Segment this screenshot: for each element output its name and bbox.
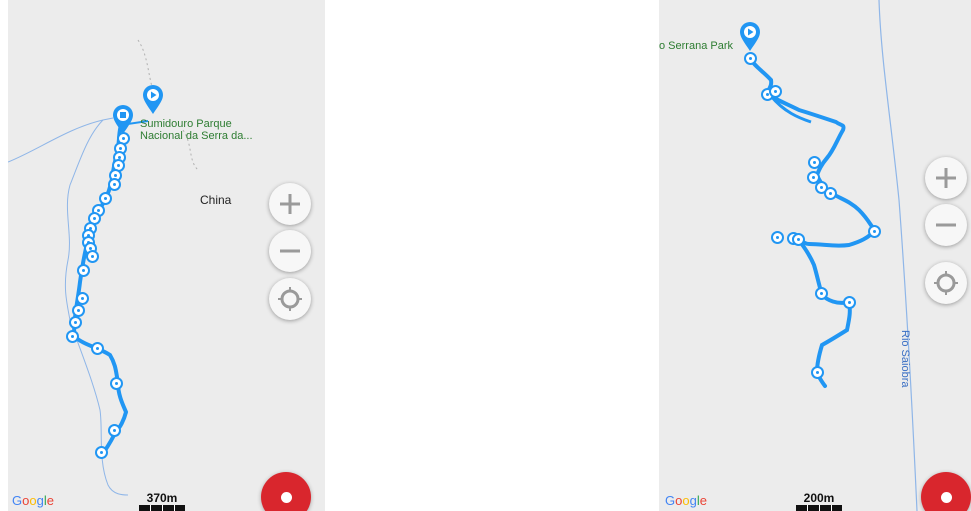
- waypoint-marker[interactable]: [810, 365, 824, 379]
- river-line: [8, 117, 114, 163]
- locate-button[interactable]: [925, 262, 967, 304]
- waypoint-marker[interactable]: [98, 191, 112, 205]
- waypoint-marker[interactable]: [768, 84, 782, 98]
- waypoint-marker[interactable]: [770, 230, 784, 244]
- minus-icon: [936, 223, 956, 227]
- river-label: Rio Saiobra: [899, 330, 911, 388]
- waypoint-marker[interactable]: [109, 376, 123, 390]
- waypoint-marker[interactable]: [71, 303, 85, 317]
- scale-bar: [139, 505, 185, 511]
- waypoint-marker[interactable]: [842, 295, 856, 309]
- waypoint-marker[interactable]: [823, 186, 837, 200]
- left-map-view[interactable]: Sumidouro Parque Nacional da Serra da...…: [8, 0, 325, 511]
- map-scale: 200m: [796, 491, 842, 511]
- waypoint-marker[interactable]: [68, 315, 82, 329]
- minus-icon: [280, 249, 300, 253]
- waypoint-marker[interactable]: [107, 423, 121, 437]
- waypoint-marker[interactable]: [85, 249, 99, 263]
- start-pin-icon[interactable]: [739, 22, 761, 52]
- waypoint-marker[interactable]: [867, 224, 881, 238]
- plus-icon: [280, 194, 300, 214]
- scale-bar: [796, 505, 842, 511]
- scale-label: 370m: [146, 491, 178, 505]
- town-label: China: [200, 193, 232, 207]
- start-pin-icon[interactable]: [142, 85, 164, 115]
- place-label: o Serrana Park: [659, 40, 733, 52]
- gps-track: [748, 56, 878, 388]
- zoom-out-button[interactable]: [925, 204, 967, 246]
- google-logo: Google: [12, 493, 54, 508]
- plus-icon: [936, 168, 956, 188]
- locate-icon: [934, 271, 958, 295]
- river-line: [878, 0, 918, 511]
- waypoint-marker[interactable]: [107, 177, 121, 191]
- waypoint-marker[interactable]: [76, 263, 90, 277]
- record-icon: [940, 491, 952, 503]
- locate-icon: [278, 287, 302, 311]
- locate-button[interactable]: [269, 278, 311, 320]
- zoom-out-button[interactable]: [269, 230, 311, 272]
- map-scale: 370m: [139, 491, 185, 511]
- right-map-canvas[interactable]: [659, 0, 971, 511]
- zoom-in-button[interactable]: [925, 157, 967, 199]
- waypoint-marker[interactable]: [743, 51, 757, 65]
- dashed-trail: [137, 39, 154, 91]
- waypoint-marker[interactable]: [807, 155, 821, 169]
- waypoint-marker[interactable]: [90, 341, 104, 355]
- waypoint-marker[interactable]: [75, 291, 89, 305]
- waypoint-marker[interactable]: [791, 232, 805, 246]
- waypoint-marker[interactable]: [814, 286, 828, 300]
- right-map-view[interactable]: o Serrana Park Rio Saiobra Google 200m: [659, 0, 971, 511]
- waypoint-marker[interactable]: [65, 329, 79, 343]
- google-logo: Google: [665, 493, 707, 508]
- end-pin-icon[interactable]: [112, 105, 134, 135]
- record-icon: [280, 491, 292, 503]
- scale-label: 200m: [803, 491, 835, 505]
- zoom-in-button[interactable]: [269, 183, 311, 225]
- place-label: Sumidouro Parque Nacional da Serra da...: [140, 118, 253, 142]
- waypoint-marker[interactable]: [94, 445, 108, 459]
